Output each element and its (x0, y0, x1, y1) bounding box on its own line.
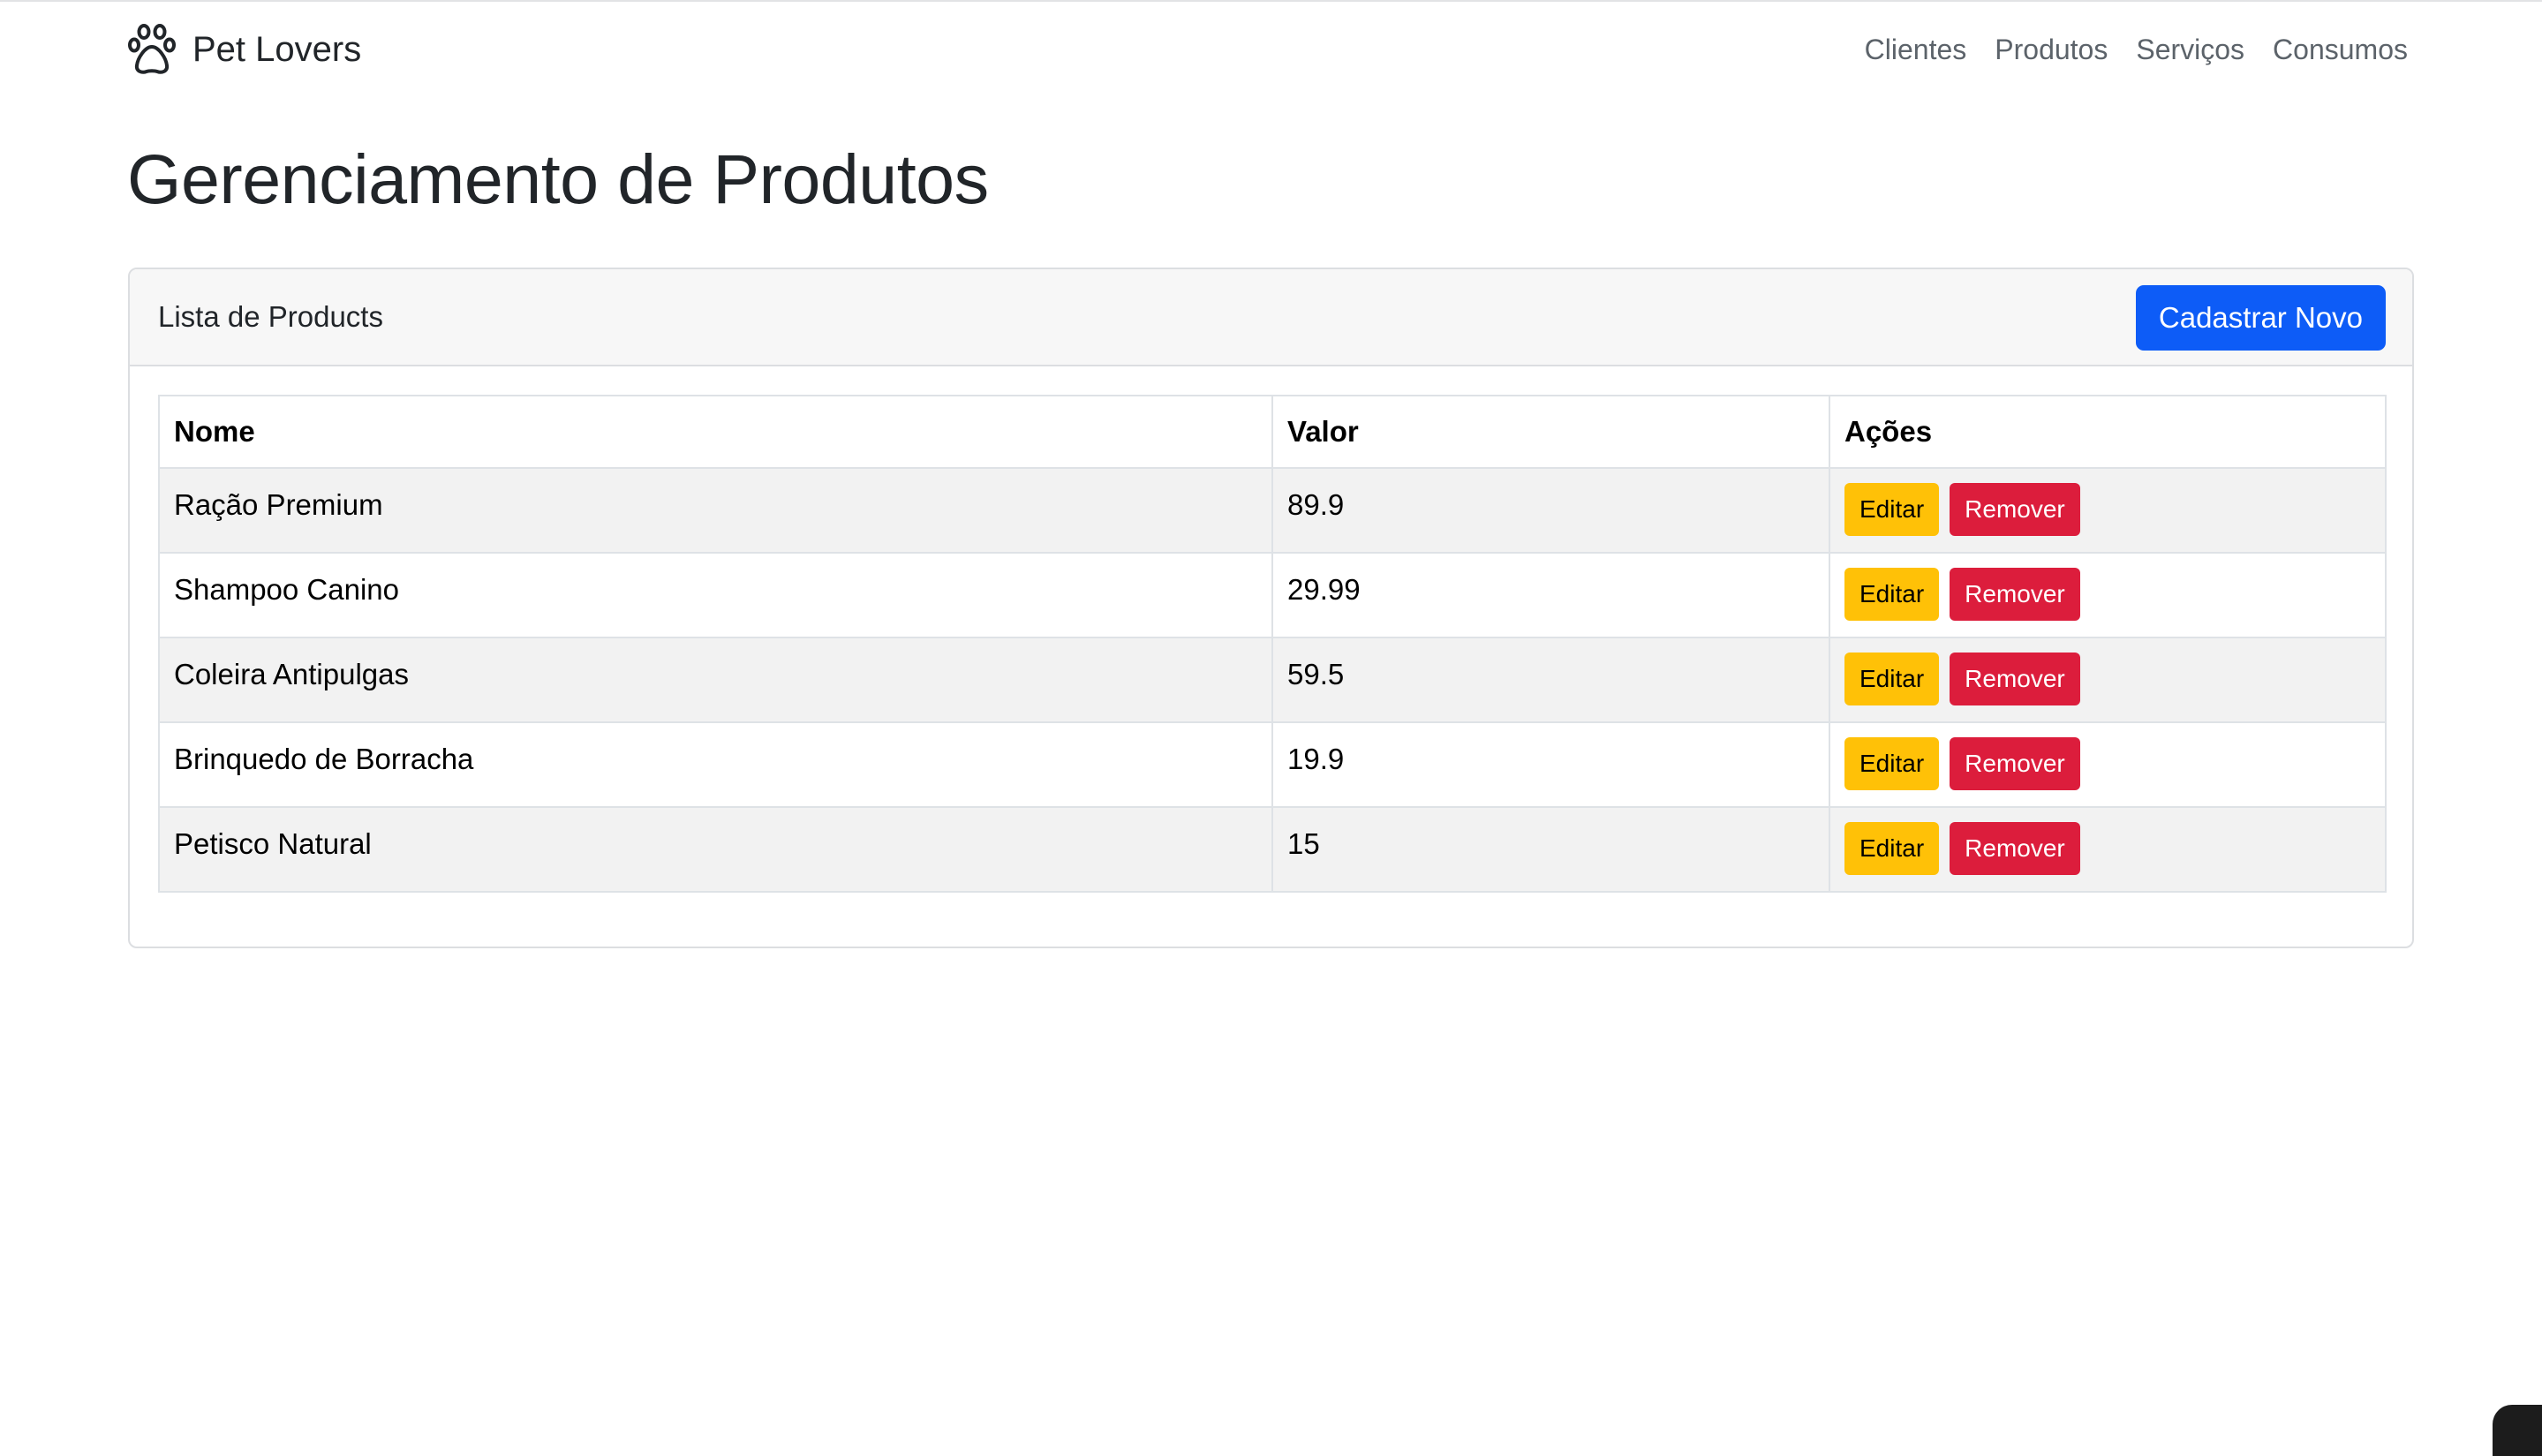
cell-nome: Brinquedo de Borracha (158, 721, 1273, 808)
products-table: Nome Valor Ações Ração Premium 89.9 Edit… (158, 395, 2387, 893)
cell-actions: Editar Remover (1829, 721, 2387, 808)
table-row: Petisco Natural 15 Editar Remover (158, 806, 2387, 893)
table-row: Brinquedo de Borracha 19.9 Editar Remover (158, 721, 2387, 808)
table-row: Ração Premium 89.9 Editar Remover (158, 467, 2387, 554)
remove-button[interactable]: Remover (1950, 737, 2080, 790)
table-row: Shampoo Canino 29.99 Editar Remover (158, 552, 2387, 638)
remove-button[interactable]: Remover (1950, 653, 2080, 705)
products-card: Lista de Products Cadastrar Novo Nome Va… (128, 268, 2414, 948)
cell-nome: Ração Premium (158, 467, 1273, 554)
edit-button[interactable]: Editar (1844, 737, 1940, 790)
cell-valor: 89.9 (1271, 467, 1830, 554)
column-header-nome: Nome (158, 395, 1273, 469)
cell-valor: 19.9 (1271, 721, 1830, 808)
column-header-valor: Valor (1271, 395, 1830, 469)
nav-link-produtos[interactable]: Produtos (1980, 34, 2122, 66)
cell-valor: 59.5 (1271, 637, 1830, 723)
cell-actions: Editar Remover (1829, 467, 2387, 554)
brand-name: Pet Lovers (192, 30, 362, 69)
nav-links: Clientes Produtos Serviços Consumos (1851, 25, 2422, 74)
cell-actions: Editar Remover (1829, 552, 2387, 638)
brand-link[interactable]: Pet Lovers (127, 21, 361, 78)
edit-button[interactable]: Editar (1844, 822, 1940, 875)
cell-actions: Editar Remover (1829, 637, 2387, 723)
cell-nome: Shampoo Canino (158, 552, 1273, 638)
remove-button[interactable]: Remover (1950, 483, 2080, 536)
add-product-button[interactable]: Cadastrar Novo (2135, 285, 2386, 351)
edit-button[interactable]: Editar (1844, 653, 1940, 705)
nav-link-clientes[interactable]: Clientes (1851, 34, 1981, 66)
cell-valor: 15 (1271, 806, 1830, 893)
navbar: Pet Lovers Clientes Produtos Serviços Co… (0, 2, 2542, 97)
edit-button[interactable]: Editar (1844, 483, 1940, 536)
cell-valor: 29.99 (1271, 552, 1830, 638)
products-table-wrapper: Nome Valor Ações Ração Premium 89.9 Edit… (158, 395, 2387, 893)
edit-button[interactable]: Editar (1844, 568, 1940, 621)
card-title: Lista de Products (158, 300, 383, 333)
cell-actions: Editar Remover (1829, 806, 2387, 893)
paw-icon (127, 23, 177, 76)
remove-button[interactable]: Remover (1950, 822, 2080, 875)
table-header-row: Nome Valor Ações (158, 395, 2387, 469)
card-header: Lista de Products Cadastrar Novo (130, 269, 2412, 366)
table-row: Coleira Antipulgas 59.5 Editar Remover (158, 637, 2387, 723)
corner-widget[interactable] (2493, 1405, 2542, 1456)
nav-link-consumos[interactable]: Consumos (2259, 34, 2422, 66)
cell-nome: Petisco Natural (158, 806, 1273, 893)
nav-link-servicos[interactable]: Serviços (2122, 34, 2259, 66)
page-title: Gerenciamento de Produtos (127, 140, 989, 218)
cell-nome: Coleira Antipulgas (158, 637, 1273, 723)
remove-button[interactable]: Remover (1950, 568, 2080, 621)
column-header-acoes: Ações (1829, 395, 2387, 469)
